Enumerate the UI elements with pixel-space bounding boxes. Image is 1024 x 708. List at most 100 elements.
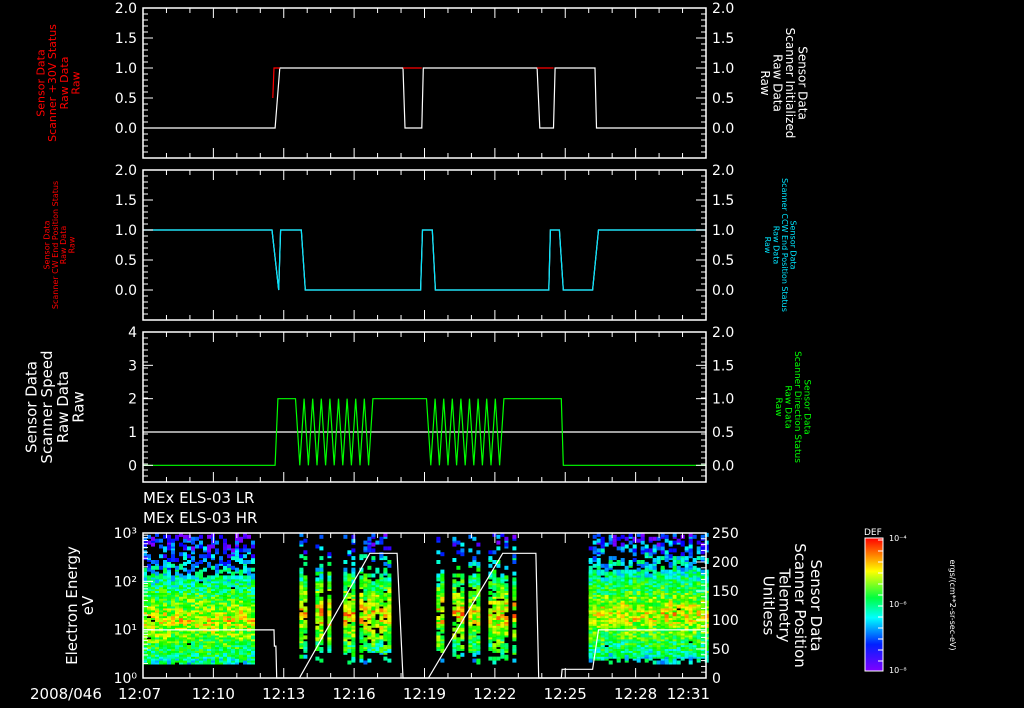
spectrogram-cell bbox=[664, 658, 669, 663]
spectrogram-cell bbox=[251, 573, 255, 578]
spectrogram-cell bbox=[652, 660, 657, 665]
spectrogram-cell bbox=[620, 561, 625, 566]
spectrogram-cell bbox=[644, 561, 649, 566]
spectrogram-cell bbox=[456, 565, 461, 570]
spectrogram-cell bbox=[472, 652, 477, 657]
spectrogram-cell bbox=[452, 648, 457, 653]
spectrogram-cell bbox=[492, 643, 497, 648]
spectrogram-cell bbox=[203, 546, 207, 551]
spectrogram-cell bbox=[460, 548, 465, 553]
spectrogram-cell bbox=[660, 592, 665, 597]
spectrogram-cell bbox=[235, 540, 239, 545]
spectrogram-cell bbox=[147, 575, 151, 580]
spectrogram-cell bbox=[343, 571, 348, 576]
spectrogram-cell bbox=[163, 567, 167, 572]
spectrogram-cell bbox=[688, 643, 693, 648]
right-tick-label: 100 bbox=[712, 613, 739, 629]
spectrogram-cell bbox=[632, 552, 637, 557]
spectrogram-cell bbox=[504, 536, 509, 541]
spectrogram-cell bbox=[476, 606, 481, 611]
spectrogram-cell bbox=[303, 629, 308, 634]
spectrogram-cell bbox=[219, 560, 223, 564]
spectrogram-cell bbox=[476, 621, 481, 626]
spectrogram-cell bbox=[648, 602, 653, 607]
spectrogram-cell bbox=[476, 561, 481, 566]
spectrogram-cell bbox=[243, 548, 247, 553]
spectrogram-cell bbox=[383, 619, 388, 624]
time-tick-label: 12:28 bbox=[614, 685, 657, 703]
spectrogram-cell bbox=[476, 635, 481, 640]
plot-canvas: 0.0 0.5 1.0 1.5 2.0 0.0 0.5 1.0 1.5 2.0 Sensor Dat… bbox=[22, 1, 957, 703]
spectrogram-cell bbox=[243, 621, 247, 626]
spectrogram-cell bbox=[195, 536, 199, 541]
spectrogram-cell bbox=[347, 618, 352, 622]
colorbar: DEF 10⁻⁴ 10⁻⁶ 10⁻⁸ ergs/(cm**2-sr-sec-eV) bbox=[864, 528, 957, 675]
spectrogram-cell bbox=[612, 556, 617, 561]
spectrogram-cell bbox=[588, 614, 593, 619]
spectrogram-cell bbox=[387, 560, 392, 564]
spectrogram-cell bbox=[476, 573, 481, 578]
spectrogram-cell bbox=[343, 534, 348, 539]
spectrogram-cell bbox=[227, 554, 231, 559]
spectrogram-cell bbox=[668, 569, 673, 574]
spectrogram-cell bbox=[696, 556, 701, 561]
spectrogram-cell bbox=[648, 552, 653, 557]
spectrogram-cell bbox=[512, 554, 517, 559]
spectrogram-cell bbox=[684, 567, 689, 572]
spectrogram-cell bbox=[672, 565, 677, 570]
spectrogram-cell bbox=[632, 579, 637, 584]
spectrogram-cell bbox=[303, 590, 308, 595]
spectrogram-cell bbox=[347, 641, 352, 646]
spectrogram-cell bbox=[151, 565, 155, 570]
colorbar-title: DEF bbox=[864, 528, 882, 538]
spectrogram-cell bbox=[327, 629, 332, 634]
spectrogram-cell bbox=[648, 548, 653, 553]
spectrogram-cell bbox=[488, 550, 493, 555]
spectrogram-cell bbox=[644, 548, 649, 553]
spectrogram-cell bbox=[436, 583, 441, 588]
spectrogram-cell bbox=[207, 561, 211, 566]
spectrogram-cell bbox=[207, 548, 211, 553]
spectrogram-cell bbox=[616, 546, 621, 551]
spectrogram-cell bbox=[472, 590, 477, 595]
spectrogram-cell bbox=[219, 616, 223, 620]
spectrogram-cell bbox=[171, 575, 175, 580]
left-tick-label: 1.0 bbox=[115, 61, 137, 77]
time-tick-label: 12:25 bbox=[544, 685, 587, 703]
right-tick-label: 0.0 bbox=[712, 283, 734, 299]
spectrogram-cell bbox=[604, 577, 609, 582]
spectrogram-cell bbox=[588, 558, 593, 562]
spectrogram-cell bbox=[600, 563, 605, 568]
spectrogram-cell bbox=[347, 550, 352, 555]
spectrogram-cell bbox=[608, 556, 613, 561]
spectrogram-cell bbox=[187, 560, 191, 564]
spectrogram-cell bbox=[299, 577, 304, 582]
spectrogram-cell bbox=[303, 641, 308, 646]
spectrogram-cell bbox=[387, 563, 392, 568]
spectrogram-cell bbox=[492, 560, 497, 564]
spectrogram-cell bbox=[456, 618, 461, 622]
spectrogram-cell bbox=[195, 643, 199, 648]
spectrogram-cell bbox=[492, 633, 497, 638]
spectrogram-cell bbox=[652, 536, 657, 541]
instrument-title: MEx ELS-03 LR bbox=[143, 489, 254, 507]
right-tick-label: 250 bbox=[712, 526, 739, 542]
spectrogram-cell bbox=[167, 573, 171, 578]
spectrogram-cell bbox=[223, 542, 227, 547]
spectrogram-cell bbox=[183, 544, 187, 549]
spectrogram-cell bbox=[440, 573, 445, 578]
spectrogram-cell bbox=[155, 538, 159, 543]
spectrogram-cell bbox=[596, 606, 601, 611]
spectrogram-cell bbox=[199, 554, 203, 559]
spectrogram-cell bbox=[299, 594, 304, 599]
spectrogram-cell bbox=[472, 625, 477, 630]
spectrogram-cell bbox=[652, 565, 657, 570]
time-tick-label: 12:22 bbox=[473, 685, 516, 703]
spectrogram-cell bbox=[680, 552, 685, 557]
spectrogram-cell bbox=[440, 635, 445, 640]
spectrogram-cell bbox=[600, 577, 605, 582]
spectrogram-cell bbox=[243, 565, 247, 570]
spectrogram-cell bbox=[351, 633, 356, 638]
spectrogram-cell bbox=[195, 571, 199, 576]
spectrogram-cell bbox=[155, 571, 159, 576]
